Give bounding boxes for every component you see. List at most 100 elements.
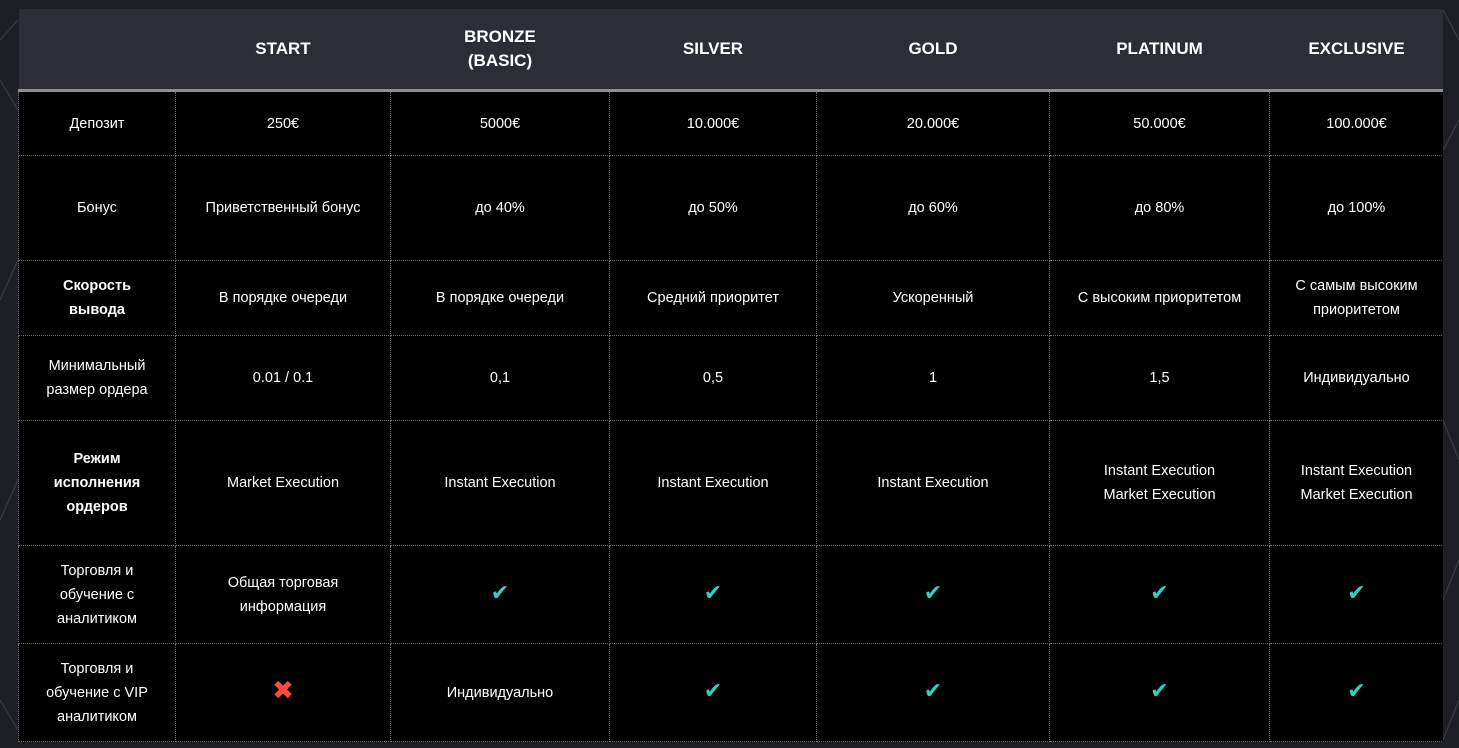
cell-value: 250€ — [266, 115, 300, 132]
plan-header-exclusive: EXCLUSIVE — [1269, 9, 1443, 92]
plan-header-gold: GOLD — [816, 9, 1050, 92]
cell-silver: 10.000€ — [609, 90, 817, 156]
cell-platinum: С высоким приоритетом — [1049, 260, 1270, 336]
plan-name-text: PLATINUM — [1116, 39, 1203, 58]
cell-value: 1,5 — [1149, 370, 1170, 386]
cell-platinum: ✔ — [1049, 545, 1270, 644]
cell-platinum: до 80% — [1049, 155, 1270, 261]
cell-start: Market Execution — [175, 420, 391, 546]
check-icon: ✔ — [923, 678, 943, 703]
row-label: Режим исполнения ордеров — [18, 420, 176, 546]
row-label-text: Бонус — [77, 200, 117, 216]
cell-bronze: до 40% — [390, 155, 610, 261]
cell-value: 10.000€ — [686, 115, 740, 132]
row-label: Торговля и обучение с VIP аналитиком — [18, 643, 176, 742]
cell-gold: Instant Execution — [816, 420, 1050, 546]
cell-value: Instant Execution — [444, 475, 556, 491]
cell-value: Instant Execution — [877, 475, 989, 491]
row-label: Скорость вывода — [18, 260, 176, 336]
cell-value: 1 — [928, 370, 938, 386]
cell-platinum: Instant Execution Market Execution — [1049, 420, 1270, 546]
table-row: Торговля и обучение с VIP аналитиком ✖ Индив… — [18, 643, 1443, 742]
cell-value: Индивидуально — [446, 684, 554, 701]
cell-gold: ✔ — [816, 643, 1050, 742]
check-icon: ✔ — [703, 678, 723, 703]
plan-name-text: SILVER — [682, 39, 744, 58]
plans-header-row: START BRONZE (BASIC) SILVER GOLD PLATINUM… — [18, 9, 1443, 92]
cell-silver: до 50% — [609, 155, 817, 261]
cell-gold: 1 — [816, 335, 1050, 421]
cell-value: до 80% — [1134, 200, 1185, 216]
cell-value: до 60% — [908, 200, 958, 216]
cell-platinum: 1,5 — [1049, 335, 1270, 421]
cell-value: Market Execution — [1103, 487, 1216, 503]
cell-value: 100.000€ — [1326, 115, 1387, 132]
plan-header-platinum: PLATINUM — [1049, 9, 1270, 92]
row-label-text: исполнения — [53, 475, 141, 491]
table-row: Скорость вывода В порядке очереди В порядке… — [18, 260, 1443, 336]
check-icon: ✔ — [490, 580, 510, 605]
cell-exclusive: 100.000€ — [1269, 90, 1443, 156]
plan-header-bronze: BRONZE (BASIC) — [390, 9, 610, 92]
check-icon: ✔ — [1347, 678, 1366, 703]
cell-value: 20.000€ — [906, 115, 960, 132]
cell-gold: Ускоренный — [816, 260, 1050, 336]
cell-bronze: Instant Execution — [390, 420, 610, 546]
row-label-text: аналитиком — [57, 610, 137, 627]
cell-value: 0,1 — [489, 370, 511, 386]
cell-value: В порядке очереди — [218, 290, 348, 306]
cell-value: Instant Execution — [1300, 463, 1413, 479]
cell-value: Средний приоритет — [647, 290, 779, 306]
plan-name-text: EXCLUSIVE — [1308, 39, 1405, 58]
cell-gold: ✔ — [816, 545, 1050, 644]
row-label-text: вывода — [69, 302, 125, 318]
cell-value: 0.01 / 0.1 — [252, 370, 314, 386]
cell-value: Общая торговая — [227, 574, 339, 591]
row-label-text: Скорость — [63, 278, 131, 294]
cell-platinum: 50.000€ — [1049, 90, 1270, 156]
plan-header-start: START — [175, 9, 391, 92]
cell-value: В порядке очереди — [435, 290, 565, 306]
cell-bronze: 0,1 — [390, 335, 610, 421]
table-row: Депозит 250€ 5000€ 10.000€ 20.000€ 50.000€ 100… — [18, 90, 1443, 156]
plan-name-text: GOLD — [908, 39, 958, 58]
cell-value: до 100% — [1327, 200, 1386, 216]
table-row: Бонус Приветственный бонус до 40% до 50% до … — [18, 155, 1443, 261]
row-label-text: Минимальный — [48, 358, 146, 374]
cell-gold: до 60% — [816, 155, 1050, 261]
cell-start: В порядке очереди — [175, 260, 391, 336]
cell-exclusive: Индивидуально — [1269, 335, 1443, 421]
cell-bronze: 5000€ — [390, 90, 610, 156]
row-label-text: обучение с VIP — [46, 684, 148, 701]
cell-gold: 20.000€ — [816, 90, 1050, 156]
row-label-text: Торговля и — [60, 660, 134, 677]
cell-value: Market Execution — [1300, 487, 1413, 503]
cell-value: 5000€ — [479, 115, 521, 132]
cell-exclusive: ✔ — [1269, 545, 1443, 644]
cell-value: до 40% — [475, 200, 525, 216]
plan-name-text: (BASIC) — [467, 51, 533, 70]
cell-value: 50.000€ — [1133, 115, 1186, 132]
cell-bronze: ✔ — [390, 545, 610, 644]
cell-value: Instant Execution — [1103, 463, 1216, 479]
cell-silver: ✔ — [609, 643, 817, 742]
cell-exclusive: ✔ — [1269, 643, 1443, 742]
row-label: Бонус — [18, 155, 176, 261]
check-icon: ✔ — [703, 580, 723, 605]
cell-silver: ✔ — [609, 545, 817, 644]
cell-exclusive: С самым высоким приоритетом — [1269, 260, 1443, 336]
row-label: Депозит — [18, 90, 176, 156]
plan-name-text: START — [255, 39, 311, 58]
cell-value: Приветственный бонус — [205, 200, 361, 216]
check-icon: ✔ — [1347, 580, 1366, 605]
cross-icon: ✖ — [272, 675, 294, 705]
row-label: Минимальный размер ордера — [18, 335, 176, 421]
account-plans-comparison-table: START BRONZE (BASIC) SILVER GOLD PLATINUM… — [18, 9, 1443, 742]
row-label-text: Режим — [73, 451, 121, 467]
cell-platinum: ✔ — [1049, 643, 1270, 742]
cell-bronze: Индивидуально — [390, 643, 610, 742]
cell-value: Индивидуально — [1303, 370, 1410, 386]
cell-value: приоритетом — [1313, 302, 1400, 318]
pricing-table-container: START BRONZE (BASIC) SILVER GOLD PLATINUM… — [18, 9, 1443, 748]
cell-silver: Средний приоритет — [609, 260, 817, 336]
